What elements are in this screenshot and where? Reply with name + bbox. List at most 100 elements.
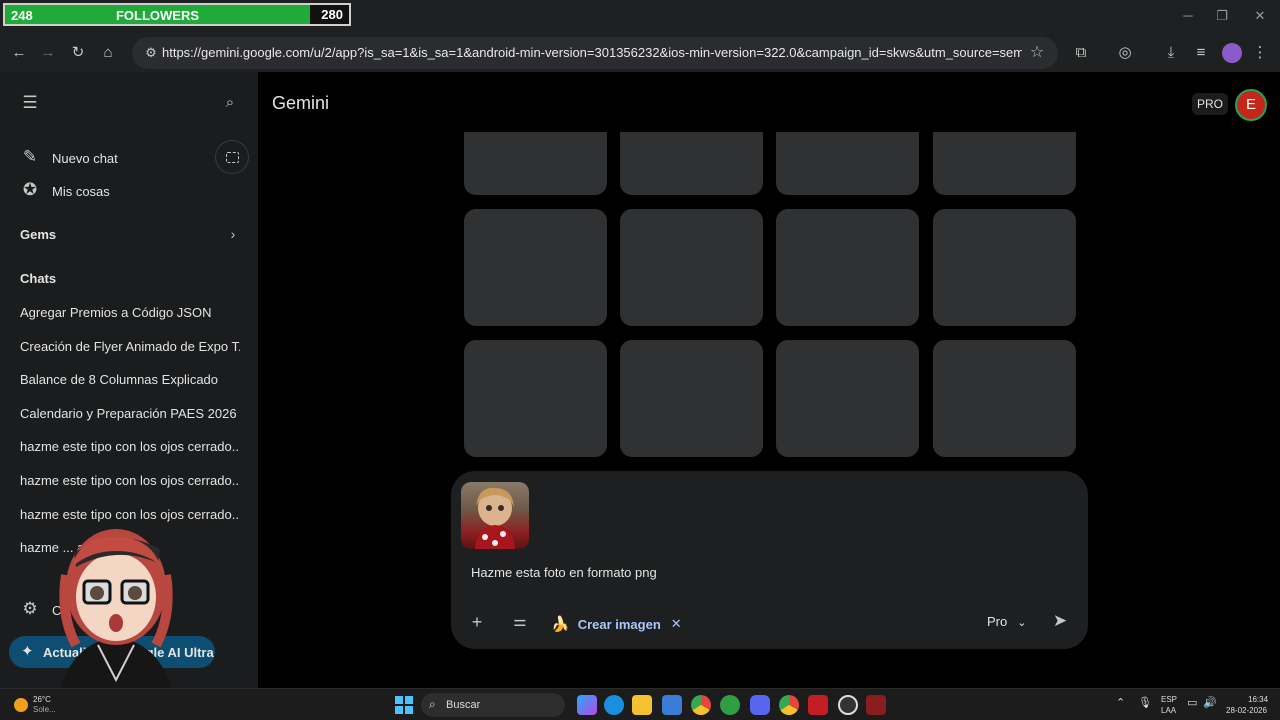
obs-icon[interactable]: [838, 695, 858, 715]
new-chat-button[interactable]: Nuevo chat: [52, 151, 118, 166]
image-placeholder: [464, 209, 607, 326]
browser-profile-avatar[interactable]: [1222, 43, 1242, 63]
taskbar-search[interactable]: ⌕ Buscar: [421, 693, 565, 717]
remove-tool-icon[interactable]: ✕: [671, 616, 682, 632]
my-stuff-icon[interactable]: ✪: [19, 179, 41, 201]
weather-widget[interactable]: 26°C Sole...: [14, 694, 64, 716]
image-placeholder: [464, 340, 607, 457]
prompt-input[interactable]: Hazme esta foto en formato png: [471, 565, 657, 580]
chat-item[interactable]: hazme este tipo con los ojos cerrado...: [20, 507, 240, 522]
sparkle-icon: ✦: [21, 643, 34, 660]
my-stuff-link[interactable]: Mis cosas: [52, 184, 110, 199]
image-placeholder: [933, 340, 1076, 457]
image-placeholder: [620, 209, 763, 326]
image-placeholder: [620, 340, 763, 457]
chat-item[interactable]: hazme este tipo con los ojos cerrado...: [20, 439, 240, 454]
chat-item[interactable]: hazme este tipo con los ojos cerrado...: [20, 473, 240, 488]
clock-date[interactable]: 28-02-2026: [1226, 706, 1267, 715]
xbox-icon[interactable]: [720, 695, 740, 715]
microphone-icon[interactable]: 🎙: [1138, 696, 1152, 709]
chevron-right-icon[interactable]: ›: [222, 223, 244, 245]
upgrade-ultra-label: Actualizar a Google AI Ultra: [43, 645, 214, 660]
pro-badge: PRO: [1192, 93, 1228, 115]
image-placeholder: [464, 132, 607, 195]
language-bottom[interactable]: LAA: [1161, 706, 1176, 715]
store-icon[interactable]: [662, 695, 682, 715]
browser-title-bar: 248 FOLLOWERS 280 ─ ❐ ✕: [0, 0, 1280, 34]
download-icon[interactable]: ⤓: [1160, 42, 1182, 64]
app-title[interactable]: Gemini: [272, 93, 329, 114]
weather-sun-icon: [14, 698, 28, 712]
minimize-icon[interactable]: ─: [1178, 8, 1198, 26]
home-icon[interactable]: ⌂: [97, 42, 119, 64]
followers-label: FOLLOWERS: [115, 8, 200, 23]
tiktok-live-icon[interactable]: [866, 695, 886, 715]
create-image-chip[interactable]: 🍌 Crear imagen ✕: [551, 612, 682, 636]
search-icon: ⌕: [429, 697, 436, 711]
settings-icon[interactable]: ⚙: [19, 598, 41, 620]
chat-item[interactable]: Calendario y Preparación PAES 2026: [20, 406, 240, 421]
image-placeholder: [933, 209, 1076, 326]
main-panel: Gemini PRO E Hazme esta foto en formato …: [258, 72, 1280, 688]
forward-icon[interactable]: →: [37, 42, 59, 64]
menu-icon[interactable]: ☰: [19, 92, 41, 114]
gems-heading[interactable]: Gems: [20, 227, 56, 242]
file-explorer-icon[interactable]: [632, 695, 652, 715]
chat-item[interactable]: Creación de Flyer Animado de Expo T...: [20, 339, 240, 354]
discord-icon[interactable]: [750, 695, 770, 715]
back-icon[interactable]: ←: [8, 42, 30, 64]
restore-icon[interactable]: ❐: [1212, 8, 1232, 26]
windows-taskbar: 26°C Sole... ⌕ Buscar ⌃ 🎙 ESP LAA ▭ 🔊 16…: [0, 688, 1280, 720]
browser-menu-icon[interactable]: ⋮: [1249, 42, 1271, 64]
media-controls-icon[interactable]: ≡: [1190, 42, 1212, 64]
reload-icon[interactable]: ↻: [67, 42, 89, 64]
chats-heading: Chats: [20, 271, 57, 286]
start-button[interactable]: [395, 696, 413, 714]
chevron-down-icon: ⌄: [1017, 617, 1027, 629]
clock-time[interactable]: 16:34: [1248, 695, 1268, 704]
chrome-profile-icon[interactable]: [779, 695, 799, 715]
tools-icon[interactable]: ⚌: [508, 610, 532, 634]
chat-item[interactable]: Balance de 8 Columnas Explicado: [20, 372, 240, 387]
chat-item[interactable]: hazme ... abierta, ...: [20, 540, 240, 555]
extensions-icon[interactable]: ⧉: [1070, 42, 1092, 64]
edge-icon[interactable]: [604, 695, 624, 715]
taskbar-search-label: Buscar: [446, 699, 481, 711]
network-icon[interactable]: ▭: [1187, 696, 1197, 709]
tray-expand-icon[interactable]: ⌃: [1116, 696, 1125, 709]
add-icon[interactable]: +: [465, 610, 489, 634]
image-placeholder: [620, 132, 763, 195]
live-app-icon[interactable]: [808, 695, 828, 715]
copilot-icon[interactable]: [577, 695, 597, 715]
new-chat-icon[interactable]: ✎: [19, 146, 41, 168]
volume-icon[interactable]: 🔊: [1203, 696, 1217, 709]
site-settings-icon[interactable]: ⚙: [140, 42, 162, 64]
weather-temp: 26°C: [33, 695, 51, 704]
image-placeholder: [776, 209, 919, 326]
chrome-icon[interactable]: [691, 695, 711, 715]
incognito-icon[interactable]: ◎: [1114, 42, 1136, 64]
attached-image-thumbnail[interactable]: [461, 482, 529, 549]
upgrade-ultra-button[interactable]: ✦ Actualizar a Google AI Ultra: [9, 636, 215, 668]
temporary-chat-button[interactable]: [215, 140, 249, 174]
language-top[interactable]: ESP: [1161, 695, 1177, 704]
prompt-box[interactable]: Hazme esta foto en formato png + ⚌ 🍌 Cre…: [451, 471, 1088, 649]
chat-item[interactable]: Agregar Premios a Código JSON: [20, 305, 240, 320]
image-placeholder: [933, 132, 1076, 195]
create-image-label: Crear imagen: [577, 616, 661, 632]
address-bar[interactable]: ⚙ https://gemini.google.com/u/2/app?is_s…: [132, 37, 1058, 69]
search-icon[interactable]: ⌕: [219, 92, 241, 114]
send-icon[interactable]: ➤: [1048, 609, 1072, 633]
settings-help-link[interactable]: C... ...da: [52, 603, 192, 618]
followers-goal: 280: [321, 7, 343, 22]
browser-toolbar: ← → ↻ ⌂ ⚙ https://gemini.google.com/u/2/…: [0, 34, 1280, 72]
user-avatar[interactable]: E: [1235, 89, 1267, 121]
sidebar: ☰ ⌕ ✎ Nuevo chat ✪ Mis cosas Gems › Chat…: [0, 72, 258, 688]
weather-desc: Sole...: [33, 705, 56, 714]
banana-icon: 🍌: [551, 616, 570, 633]
bookmark-star-icon[interactable]: ☆: [1026, 42, 1048, 64]
followers-goal-widget: 248 FOLLOWERS 280: [3, 3, 351, 26]
close-icon[interactable]: ✕: [1250, 8, 1270, 26]
model-selector[interactable]: Pro ⌄: [987, 614, 1026, 629]
url-text[interactable]: https://gemini.google.com/u/2/app?is_sa=…: [162, 45, 1022, 60]
